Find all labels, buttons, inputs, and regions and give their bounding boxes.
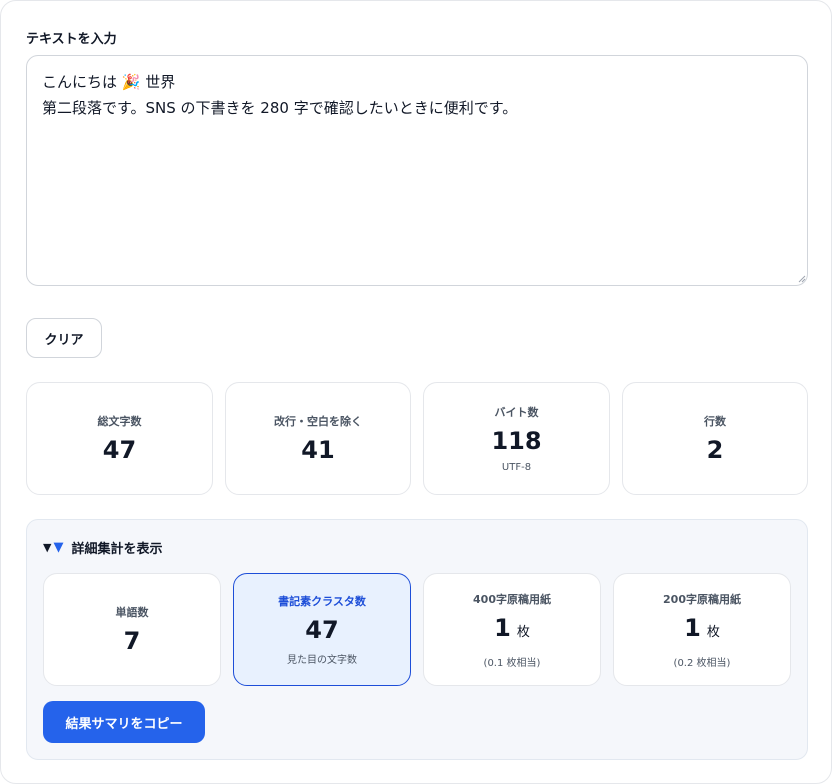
stat-manuscript-200: 200字原稿用紙 1枚 (0.2 枚相当) (613, 573, 791, 686)
stat-number: 1 (494, 613, 511, 642)
stat-value: 41 (301, 435, 335, 464)
stat-sub: 見た目の文字数 (287, 655, 357, 666)
text-input[interactable]: こんにちは 🎉 世界 第二段落です。SNS の下書きを 280 字で確認したいと… (26, 55, 808, 286)
disclosure-triangle-icon: ▼ (43, 541, 52, 554)
stat-value: 1枚 (684, 613, 720, 648)
stat-label: 総文字数 (97, 414, 142, 428)
stat-value: 47 (102, 435, 137, 464)
stat-label: 行数 (704, 414, 726, 428)
resize-handle-icon[interactable] (798, 275, 806, 283)
expand-triangle-icon: ▼ (53, 540, 64, 555)
stat-sub: (0.1 枚相当) (483, 657, 541, 669)
stat-value: 1枚 (494, 613, 530, 648)
stat-number: 1 (684, 613, 701, 642)
clear-button[interactable]: クリア (26, 318, 102, 358)
stat-sub: (0.2 枚相当) (673, 657, 731, 669)
details-panel: ▼ ▼ 詳細集計を表示 単語数 7 書記素クラスタ数 47 見た目の文字数 40… (26, 519, 808, 760)
stat-words: 単語数 7 (43, 573, 221, 686)
stat-label: 改行・空白を除く (274, 414, 362, 428)
stat-bytes: バイト数 118 UTF-8 (423, 382, 610, 495)
stat-total-chars: 総文字数 47 (26, 382, 213, 495)
stat-unit: 枚 (516, 624, 530, 640)
stat-label: 400字原稿用紙 (473, 592, 551, 606)
stat-label: 書記素クラスタ数 (278, 595, 366, 608)
details-summary-label: 詳細集計を表示 (71, 542, 163, 557)
stat-lines: 行数 2 (622, 382, 808, 495)
stat-value: 118 (491, 427, 542, 455)
stat-label: バイト数 (494, 406, 539, 419)
stat-grapheme-clusters: 書記素クラスタ数 47 見た目の文字数 (233, 573, 411, 686)
stat-value: 7 (123, 626, 141, 655)
stat-value: 2 (706, 435, 724, 464)
stat-value: 47 (305, 616, 339, 644)
stat-sub: UTF-8 (501, 462, 532, 473)
input-label: テキストを入力 (26, 32, 117, 47)
stat-manuscript-400: 400字原稿用紙 1枚 (0.1 枚相当) (423, 573, 601, 686)
stat-label: 200字原稿用紙 (663, 592, 741, 606)
stat-label: 単語数 (115, 605, 149, 619)
details-summary[interactable]: ▼ ▼ 詳細集計を表示 (43, 538, 162, 557)
stat-chars-no-whitespace: 改行・空白を除く 41 (225, 382, 411, 495)
copy-summary-button[interactable]: 結果サマリをコピー (43, 701, 205, 743)
counter-card: テキストを入力 こんにちは 🎉 世界 第二段落です。SNS の下書きを 280 … (0, 0, 832, 784)
stat-unit: 枚 (706, 624, 720, 640)
